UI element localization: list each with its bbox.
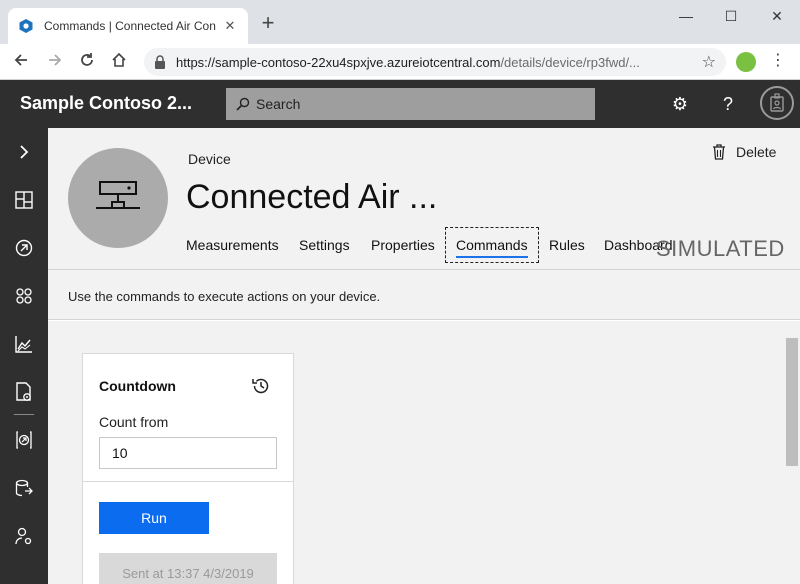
back-arrow-icon xyxy=(14,54,27,66)
jobs-icon[interactable] xyxy=(12,380,36,404)
lock-icon xyxy=(155,55,165,69)
forward-arrow-icon xyxy=(49,54,62,66)
delete-button[interactable]: Delete xyxy=(712,144,776,160)
history-icon[interactable] xyxy=(251,376,271,396)
device-sets-icon[interactable] xyxy=(12,284,36,308)
search-box[interactable]: Search xyxy=(226,88,595,120)
device-templates-icon[interactable] xyxy=(12,428,36,452)
expand-icon[interactable] xyxy=(12,140,36,164)
close-window-button[interactable]: ✕ xyxy=(763,6,791,26)
browser-tab-title: Commands | Connected Air Conditioner xyxy=(44,19,216,33)
commands-description: Use the commands to execute actions on y… xyxy=(68,289,381,304)
tab-measurements[interactable]: Measurements xyxy=(186,228,279,262)
minimize-button[interactable]: — xyxy=(672,6,700,26)
home-icon xyxy=(112,52,126,67)
tab-properties[interactable]: Properties xyxy=(371,228,435,262)
new-tab-button[interactable]: + xyxy=(258,12,278,34)
administration-icon[interactable] xyxy=(12,524,36,548)
tab-close-icon[interactable]: ✕ xyxy=(222,18,238,34)
home-button[interactable] xyxy=(108,52,130,74)
help-icon[interactable]: ? xyxy=(718,94,738,114)
command-title: Countdown xyxy=(99,378,176,394)
run-button[interactable]: Run xyxy=(99,502,209,534)
count-from-input[interactable]: 10 xyxy=(99,437,277,469)
back-button[interactable] xyxy=(10,52,32,74)
left-nav-rail xyxy=(0,128,48,584)
user-badge-icon xyxy=(770,93,784,112)
analytics-icon[interactable] xyxy=(12,332,36,356)
trash-icon xyxy=(713,144,725,160)
reload-button[interactable] xyxy=(76,52,98,74)
search-icon xyxy=(236,97,250,111)
app-header: Sample Contoso 2... Search ⚙ ? xyxy=(0,80,800,128)
user-avatar[interactable] xyxy=(760,86,794,120)
browser-tab[interactable]: Commands | Connected Air Conditioner ✕ xyxy=(8,8,248,44)
scrollbar-thumb[interactable] xyxy=(786,338,798,466)
tab-commands[interactable]: Commands xyxy=(445,227,539,263)
tab-commands-label: Commands xyxy=(456,237,528,253)
simulated-badge: SIMULATED xyxy=(656,236,785,261)
reload-icon xyxy=(81,53,93,66)
sent-status: Sent at 13:37 4/3/2019 xyxy=(99,553,277,584)
count-from-label: Count from xyxy=(99,414,169,430)
url-path: /details/device/rp3fwd/... xyxy=(500,54,640,70)
card-divider xyxy=(83,481,293,482)
bookmark-star-icon[interactable]: ☆ xyxy=(702,52,716,72)
delete-label: Delete xyxy=(736,144,777,160)
device-name: Connected Air ... xyxy=(186,178,438,216)
command-card-countdown: Countdown Count from 10 Run Sent at 13:3… xyxy=(82,353,294,584)
tab-rules[interactable]: Rules xyxy=(549,228,585,262)
browser-toolbar: https://sample-contoso-22xu4spxjve.azure… xyxy=(0,44,800,80)
url-text: https://sample-contoso-22xu4spxjve.azure… xyxy=(176,55,696,70)
data-export-icon[interactable] xyxy=(12,476,36,500)
maximize-button[interactable]: ☐ xyxy=(717,6,745,26)
active-tab-underline xyxy=(456,256,528,258)
devices-icon[interactable] xyxy=(12,236,36,260)
search-placeholder: Search xyxy=(256,96,301,112)
tab-settings[interactable]: Settings xyxy=(299,228,350,262)
dashboard-icon[interactable] xyxy=(12,188,36,212)
device-type-label: Device xyxy=(188,151,231,167)
url-host: https://sample-contoso-22xu4spxjve.azure… xyxy=(176,54,501,70)
device-header: Device Connected Air ... Delete Measurem… xyxy=(48,128,800,270)
commands-description-bar: Use the commands to execute actions on y… xyxy=(48,270,800,320)
app-name[interactable]: Sample Contoso 2... xyxy=(20,93,192,114)
forward-button[interactable] xyxy=(44,52,66,74)
settings-gear-icon[interactable]: ⚙ xyxy=(670,94,690,114)
rail-divider xyxy=(14,414,34,415)
browser-menu-icon[interactable]: ⋮ xyxy=(770,50,786,72)
browser-profile-avatar[interactable] xyxy=(736,52,756,72)
device-router-icon xyxy=(96,181,140,209)
iot-central-favicon-icon xyxy=(18,18,34,34)
browser-tab-strip: Commands | Connected Air Conditioner ✕ +… xyxy=(0,0,800,44)
device-image xyxy=(68,148,168,248)
address-bar[interactable]: https://sample-contoso-22xu4spxjve.azure… xyxy=(144,48,726,76)
